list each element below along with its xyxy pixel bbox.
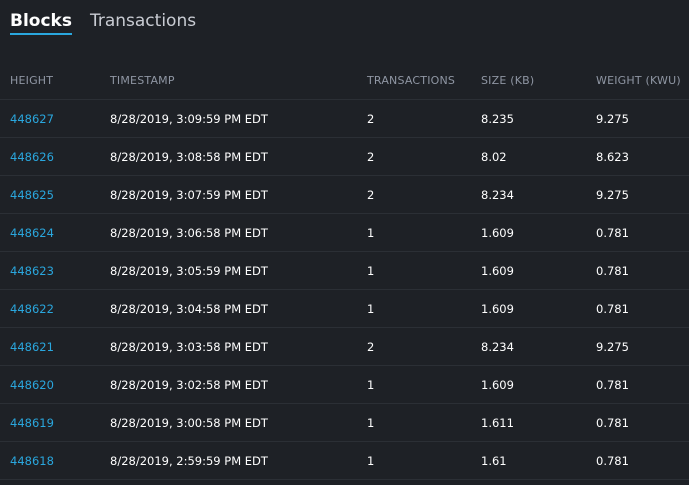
table-row: 448623 8/28/2019, 3:05:59 PM EDT 1 1.609… (0, 252, 689, 290)
block-size: 8.235 (481, 111, 514, 126)
block-transactions: 1 (367, 453, 375, 468)
column-header-height: HEIGHT (10, 74, 54, 87)
block-timestamp: 8/28/2019, 3:07:59 PM EDT (110, 187, 268, 202)
block-transactions: 1 (367, 301, 375, 316)
block-timestamp: 8/28/2019, 2:59:59 PM EDT (110, 453, 268, 468)
block-size: 8.234 (481, 187, 514, 202)
block-transactions: 2 (367, 339, 375, 354)
block-timestamp: 8/28/2019, 3:05:59 PM EDT (110, 263, 268, 278)
column-header-timestamp: TIMESTAMP (110, 74, 175, 87)
block-weight: 9.275 (596, 187, 629, 202)
block-weight: 9.275 (596, 111, 629, 126)
block-transactions: 1 (367, 377, 375, 392)
block-size: 1.611 (481, 415, 514, 430)
tab-transactions[interactable]: Transactions (90, 10, 196, 32)
table-header: HEIGHT TIMESTAMP TRANSACTIONS SIZE (KB) … (0, 62, 689, 100)
block-height-link[interactable]: 448620 (10, 378, 54, 392)
block-timestamp: 8/28/2019, 3:02:58 PM EDT (110, 377, 268, 392)
block-height-link[interactable]: 448625 (10, 188, 54, 202)
block-timestamp: 8/28/2019, 3:06:58 PM EDT (110, 225, 268, 240)
blocks-table: HEIGHT TIMESTAMP TRANSACTIONS SIZE (KB) … (0, 62, 689, 480)
table-row: 448622 8/28/2019, 3:04:58 PM EDT 1 1.609… (0, 290, 689, 328)
table-row: 448626 8/28/2019, 3:08:58 PM EDT 2 8.02 … (0, 138, 689, 176)
block-timestamp: 8/28/2019, 3:08:58 PM EDT (110, 149, 268, 164)
block-timestamp: 8/28/2019, 3:09:59 PM EDT (110, 111, 268, 126)
block-height-link[interactable]: 448619 (10, 416, 54, 430)
block-weight: 0.781 (596, 453, 629, 468)
block-transactions: 2 (367, 111, 375, 126)
block-height-link[interactable]: 448623 (10, 264, 54, 278)
block-height-link[interactable]: 448622 (10, 302, 54, 316)
table-row: 448618 8/28/2019, 2:59:59 PM EDT 1 1.61 … (0, 442, 689, 480)
block-timestamp: 8/28/2019, 3:00:58 PM EDT (110, 415, 268, 430)
column-header-size: SIZE (KB) (481, 74, 535, 87)
tab-bar: Blocks Transactions (10, 10, 196, 36)
table-row: 448624 8/28/2019, 3:06:58 PM EDT 1 1.609… (0, 214, 689, 252)
block-transactions: 1 (367, 415, 375, 430)
block-weight: 0.781 (596, 263, 629, 278)
table-row: 448625 8/28/2019, 3:07:59 PM EDT 2 8.234… (0, 176, 689, 214)
block-height-link[interactable]: 448627 (10, 112, 54, 126)
block-weight: 0.781 (596, 377, 629, 392)
block-height-link[interactable]: 448626 (10, 150, 54, 164)
block-transactions: 2 (367, 149, 375, 164)
block-weight: 9.275 (596, 339, 629, 354)
column-header-weight: WEIGHT (KWU) (596, 74, 681, 87)
column-header-transactions: TRANSACTIONS (367, 74, 456, 87)
table-row: 448619 8/28/2019, 3:00:58 PM EDT 1 1.611… (0, 404, 689, 442)
block-height-link[interactable]: 448618 (10, 454, 54, 468)
block-transactions: 1 (367, 225, 375, 240)
block-height-link[interactable]: 448621 (10, 340, 54, 354)
block-size: 8.234 (481, 339, 514, 354)
table-row: 448627 8/28/2019, 3:09:59 PM EDT 2 8.235… (0, 100, 689, 138)
table-row: 448620 8/28/2019, 3:02:58 PM EDT 1 1.609… (0, 366, 689, 404)
block-timestamp: 8/28/2019, 3:04:58 PM EDT (110, 301, 268, 316)
block-weight: 0.781 (596, 225, 629, 240)
block-size: 1.61 (481, 453, 507, 468)
block-size: 1.609 (481, 225, 514, 240)
block-timestamp: 8/28/2019, 3:03:58 PM EDT (110, 339, 268, 354)
block-transactions: 2 (367, 187, 375, 202)
block-height-link[interactable]: 448624 (10, 226, 54, 240)
block-size: 1.609 (481, 301, 514, 316)
tab-blocks[interactable]: Blocks (10, 10, 72, 35)
block-size: 1.609 (481, 263, 514, 278)
table-row: 448621 8/28/2019, 3:03:58 PM EDT 2 8.234… (0, 328, 689, 366)
block-size: 1.609 (481, 377, 514, 392)
block-size: 8.02 (481, 149, 507, 164)
block-weight: 0.781 (596, 415, 629, 430)
block-weight: 0.781 (596, 301, 629, 316)
block-transactions: 1 (367, 263, 375, 278)
block-weight: 8.623 (596, 149, 629, 164)
